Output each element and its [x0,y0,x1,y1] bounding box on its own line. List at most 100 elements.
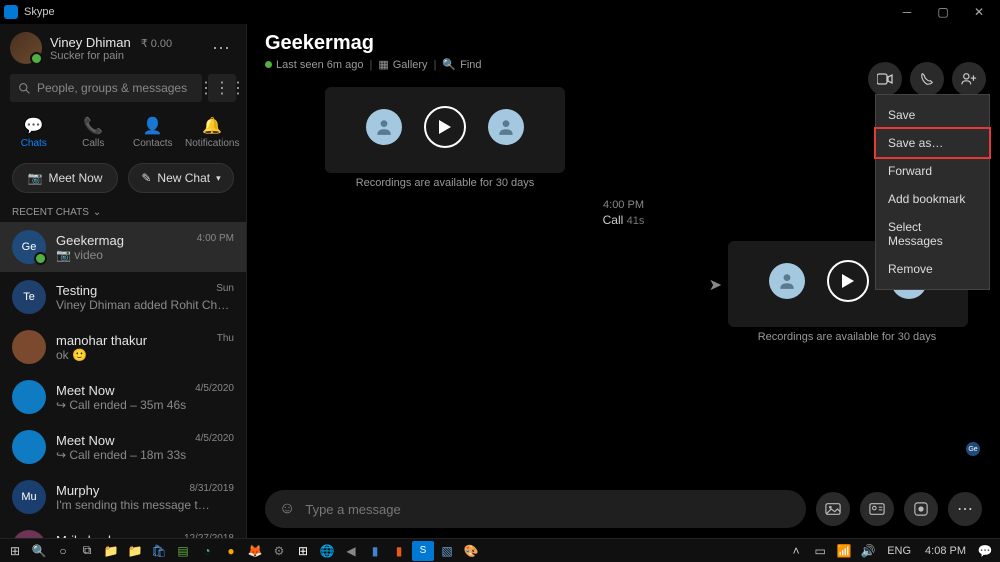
taskbar-app[interactable]: ⊞ [292,541,314,561]
attach-media-button[interactable] [816,492,850,526]
gallery-icon: ▦ [378,58,388,71]
participant-avatar [769,263,805,299]
play-button[interactable] [424,106,466,148]
call-recording-tile[interactable] [325,87,565,173]
more-button[interactable]: ⋯ [948,492,982,526]
chat-preview: ok 🙂 [56,348,234,362]
tab-calls[interactable]: 📞 Calls [64,112,124,153]
profile-more-button[interactable]: ⋯ [208,38,236,59]
taskbar-app[interactable]: ▤ [172,541,194,561]
chat-time: 8/31/2019 [190,483,235,498]
chat-row[interactable]: manohar thakurThuok 🙂 [0,322,246,372]
find-link[interactable]: Find [460,59,481,71]
read-receipt-badge: Ge [966,442,980,456]
message-input[interactable]: ☺ Type a message [265,490,806,528]
contact-card-button[interactable] [860,492,894,526]
chat-avatar [12,380,46,414]
chat-time: 4/5/2020 [195,383,234,398]
chat-avatar: Mu [12,480,46,514]
chat-row[interactable]: Mrikula sharma12/27/20185149 [0,522,246,538]
battery-icon[interactable]: ▭ [809,541,831,561]
chat-name: Meet Now [56,433,115,448]
language-indicator[interactable]: ENG [881,545,917,557]
bell-icon: 🔔 [202,116,222,136]
message-context-menu: Save Save as… Forward Add bookmark Selec… [875,94,990,290]
taskbar-app[interactable]: 🎨 [460,541,482,561]
chat-row[interactable]: TeTestingSunViney Dhiman added Rohit Cha… [0,272,246,322]
taskbar-app[interactable]: 🦊 [244,541,266,561]
taskbar-app[interactable]: 📁 [124,541,146,561]
taskbar-app[interactable]: ▮ [364,541,386,561]
play-button[interactable] [827,260,869,302]
chat-row[interactable]: Meet Now 4/5/2020↪ Call ended – 18m 33s [0,422,246,472]
chat-avatar: Te [12,280,46,314]
chat-row[interactable]: GeGeekermag4:00 PM📷 video [0,222,246,272]
tray-up-icon[interactable]: ˄ [785,541,807,561]
dialpad-button[interactable]: ⋮⋮⋮ [208,74,236,102]
record-button[interactable] [904,492,938,526]
taskbar-app[interactable]: ◔ [196,541,218,561]
chat-avatar [12,330,46,364]
volume-icon[interactable]: 🔊 [857,541,879,561]
chevron-down-icon: ⌄ [93,207,101,218]
menu-save[interactable]: Save [876,101,989,129]
menu-forward[interactable]: Forward [876,157,989,185]
taskbar-app[interactable]: 🌐 [316,541,338,561]
start-button[interactable]: ⊞ [4,541,26,561]
contacts-icon: 👤 [143,116,163,136]
profile-avatar[interactable] [10,32,42,64]
taskbar-app[interactable]: ◀ [340,541,362,561]
message-composer: ☺ Type a message ⋯ [247,490,1000,538]
menu-save-as[interactable]: Save as… [874,127,991,159]
emoji-icon[interactable]: ☺ [279,500,295,518]
wifi-icon[interactable]: 📶 [833,541,855,561]
taskbar-app[interactable]: ▧ [436,541,458,561]
skype-logo-icon [4,5,18,19]
recent-chats-header[interactable]: RECENT CHATS ⌄ [0,203,246,222]
chat-preview: I'm sending this message t… [56,498,234,512]
taskbar-app[interactable]: 🛍 [148,541,170,561]
presence-dot [265,61,272,68]
skype-taskbar[interactable]: S [412,541,434,561]
profile-balance: ₹ 0.00 [141,37,172,50]
chat-preview: 📷 video [56,248,234,262]
menu-select-messages[interactable]: Select Messages [876,213,989,255]
participant-avatar [488,109,524,145]
search-placeholder: People, groups & messages [37,81,187,95]
tab-contacts[interactable]: 👤 Contacts [123,112,183,153]
taskbar-app[interactable]: 📁 [100,541,122,561]
taskbar-app[interactable]: ● [220,541,242,561]
meet-now-button[interactable]: 📷 Meet Now [12,163,118,193]
minimize-button[interactable]: ─ [890,1,924,23]
search-input[interactable]: People, groups & messages [10,74,202,102]
cortana-button[interactable]: ○ [52,541,74,561]
conversation-pane: Geekermag Last seen 6m ago | ▦ Gallery |… [247,24,1000,538]
profile-header[interactable]: Viney Dhiman ₹ 0.00 Sucker for pain ⋯ [0,24,246,72]
search-icon: 🔍 [442,58,456,71]
gallery-link[interactable]: Gallery [393,59,428,71]
chat-time: Sun [216,283,234,298]
chat-time: 4/5/2020 [195,433,234,448]
chat-row[interactable]: Meet Now4/5/2020↪ Call ended – 35m 46s [0,372,246,422]
taskbar-app[interactable]: ▮ [388,541,410,561]
chat-row[interactable]: MuMurphy8/31/2019I'm sending this messag… [0,472,246,522]
task-view-button[interactable]: ⧉ [76,541,98,561]
profile-status: Sucker for pain [50,50,200,62]
maximize-button[interactable]: ▢ [926,1,960,23]
chevron-down-icon: ▾ [216,173,221,184]
tab-chats[interactable]: 💬 Chats [4,112,64,153]
menu-add-bookmark[interactable]: Add bookmark [876,185,989,213]
new-chat-button[interactable]: ✎ New Chat ▾ [128,163,234,193]
chat-avatar [12,530,46,538]
tab-notifications[interactable]: 🔔 Notifications [183,112,243,153]
chat-icon: 💬 [24,116,44,136]
chat-name: Geekermag [56,233,124,248]
action-center-icon[interactable]: 💬 [974,541,996,561]
chat-name: Mrikula sharma [56,533,145,539]
taskbar-app[interactable]: ⚙ [268,541,290,561]
clock[interactable]: 4:08 PM [919,545,972,557]
search-button[interactable]: 🔍 [28,541,50,561]
menu-remove[interactable]: Remove [876,255,989,283]
chat-preview: ↪ Call ended – 18m 33s [56,448,234,462]
close-button[interactable]: ✕ [962,1,996,23]
